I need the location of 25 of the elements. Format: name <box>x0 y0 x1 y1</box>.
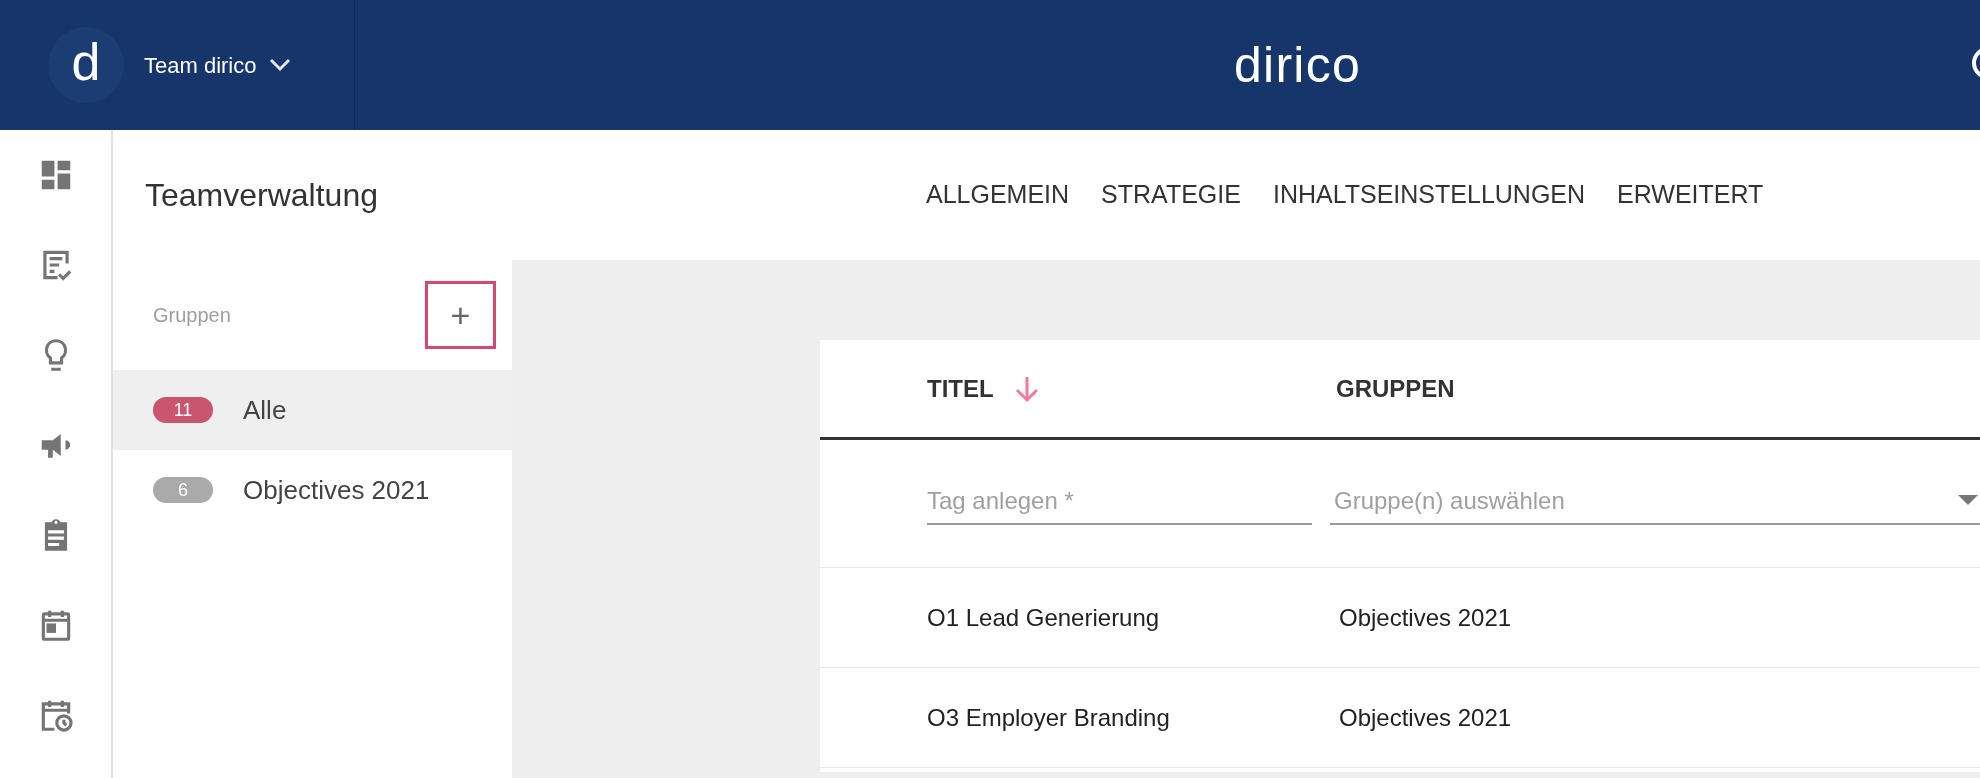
group-item[interactable]: 11 Alle <box>113 370 512 450</box>
logo[interactable]: d <box>48 27 124 103</box>
table-cell-text: O3 Employer Branding <box>927 702 1171 733</box>
group-name: Alle <box>243 393 287 427</box>
wordmark: dirico <box>1234 35 1361 95</box>
add-group-button[interactable]: + <box>425 281 496 349</box>
tab[interactable]: STRATEGIE <box>1101 176 1241 214</box>
tab[interactable]: INHALTSEINSTELLUNGEN <box>1272 176 1586 214</box>
sort-arrow-icon[interactable] <box>1013 374 1040 403</box>
count-badge: 11 <box>153 397 213 423</box>
groups-heading: Gruppen <box>153 303 231 328</box>
table-cell-text: Objectives 2021 <box>1339 702 1512 733</box>
table-cell-text: Objectives 2021 <box>1339 602 1512 633</box>
team-switcher[interactable]: Team dirico <box>144 48 293 82</box>
tag-input[interactable]: Tag anlegen * <box>927 482 1312 525</box>
column-header[interactable]: GRUPPEN <box>1336 370 1455 407</box>
tab[interactable]: ERWEITERT <box>1617 176 1764 214</box>
column-header[interactable]: TITEL <box>927 370 994 407</box>
group-name: Objectives 2021 <box>243 473 430 507</box>
chevron-down-icon <box>268 57 293 73</box>
table-cell-text: O1 Lead Generierung <box>927 602 1161 633</box>
tab[interactable]: ALLGEMEIN <box>926 176 1070 214</box>
dropdown-arrow-icon <box>1958 494 1978 507</box>
page-title: Teamverwaltung <box>145 176 379 215</box>
count-badge: 6 <box>153 477 213 503</box>
